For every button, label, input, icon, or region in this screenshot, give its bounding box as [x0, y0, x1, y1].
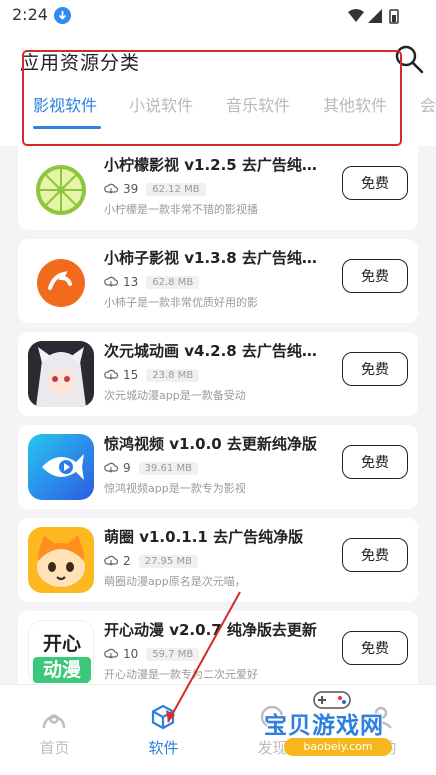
- download-notification-icon: [54, 7, 71, 24]
- nav-software-label: 软件: [148, 739, 179, 757]
- app-meta: 10 59.7 MB: [104, 645, 200, 663]
- watermark-logo: 宝贝游戏网 baobeiy.com: [258, 686, 408, 766]
- annotation-highlight-box: [22, 50, 402, 146]
- app-meta: 39 62.12 MB: [104, 180, 206, 198]
- app-description: 次元城动漫app是一款备受动: [104, 389, 246, 402]
- home-icon: [42, 714, 66, 729]
- free-download-button[interactable]: 免费: [342, 259, 408, 293]
- app-card[interactable]: 次元城动画 v4.2.8 去广告纯… 15 23.8 MB 次元城动漫app是一…: [18, 332, 418, 416]
- download-count: 9: [123, 461, 131, 475]
- icon-text-top: 开心: [42, 633, 81, 655]
- tab-member-apps[interactable]: 会: [420, 92, 436, 116]
- download-count: 13: [123, 275, 139, 289]
- cloud-download-icon: [104, 555, 118, 566]
- app-card[interactable]: 开心 动漫 开心动漫 v2.0.7 纯净版去更新 10 59.7 MB 开心动漫…: [18, 611, 418, 684]
- file-size: 39.61 MB: [138, 461, 198, 475]
- cat-face-icon: [28, 527, 94, 593]
- status-time: 2:24: [12, 5, 48, 24]
- app-description: 萌圈动漫app原名是次元喵，: [104, 575, 246, 588]
- app-meta: 9 39.61 MB: [104, 459, 198, 477]
- download-count: 15: [123, 368, 139, 382]
- cloud-download-icon: [104, 183, 118, 194]
- app-card[interactable]: 小柠檬影视 v1.2.5 去广告纯… 39 62.12 MB 小柠檬是一款非常不…: [18, 146, 418, 230]
- free-download-button[interactable]: 免费: [342, 352, 408, 386]
- free-download-button[interactable]: 免费: [342, 166, 408, 200]
- app-name: 小柿子影视 v1.3.8 去广告纯…: [104, 249, 317, 267]
- app-name: 惊鸿视频 v1.0.0 去更新纯净版: [104, 435, 317, 453]
- wifi-icon: [348, 9, 364, 22]
- cloud-download-icon: [104, 369, 118, 380]
- app-meta: 13 62.8 MB: [104, 273, 200, 291]
- signal-icon: [368, 9, 382, 23]
- nav-home[interactable]: 首页: [0, 685, 109, 775]
- status-icons: [348, 9, 399, 24]
- cube-icon: [151, 704, 175, 730]
- icon-text-bottom: 动漫: [33, 657, 91, 683]
- app-list[interactable]: 小柠檬影视 v1.2.5 去广告纯… 39 62.12 MB 小柠檬是一款非常不…: [18, 146, 418, 684]
- app-name: 萌圈 v1.0.1.1 去广告纯净版: [104, 528, 304, 546]
- app-description: 小柿子是一款非常优质好用的影: [104, 296, 258, 309]
- persimmon-icon: [28, 248, 94, 314]
- app-description: 惊鸿视频app是一款专为影视: [104, 482, 246, 495]
- free-download-button[interactable]: 免费: [342, 631, 408, 665]
- free-download-button[interactable]: 免费: [342, 538, 408, 572]
- app-name: 小柠檬影视 v1.2.5 去广告纯…: [104, 156, 317, 174]
- free-download-button[interactable]: 免费: [342, 445, 408, 479]
- cloud-download-icon: [104, 648, 118, 659]
- app-meta: 15 23.8 MB: [104, 366, 200, 384]
- nav-software[interactable]: 软件: [109, 685, 218, 775]
- download-count: 39: [123, 182, 139, 196]
- status-bar: 2:24: [0, 0, 436, 32]
- nav-home-label: 首页: [39, 739, 70, 757]
- watermark-title: 宝贝游戏网: [264, 713, 384, 739]
- anime-girl-icon: [28, 341, 94, 407]
- cloud-download-icon: [104, 462, 118, 473]
- app-description: 小柠檬是一款非常不错的影视播: [104, 203, 258, 216]
- file-size: 23.8 MB: [146, 368, 200, 382]
- lemon-icon: [28, 155, 94, 221]
- app-card[interactable]: 惊鸿视频 v1.0.0 去更新纯净版 9 39.61 MB 惊鸿视频app是一款…: [18, 425, 418, 509]
- app-name: 开心动漫 v2.0.7 纯净版去更新: [104, 621, 317, 639]
- fish-video-icon: [28, 434, 94, 500]
- watermark-url: baobeiy.com: [284, 738, 392, 756]
- app-meta: 2 27.95 MB: [104, 552, 198, 570]
- app-card[interactable]: 小柿子影视 v1.3.8 去广告纯… 13 62.8 MB 小柿子是一款非常优质…: [18, 239, 418, 323]
- cloud-download-icon: [104, 276, 118, 287]
- file-size: 62.12 MB: [146, 182, 206, 196]
- file-size: 62.8 MB: [146, 275, 200, 289]
- download-count: 10: [123, 647, 139, 661]
- app-description: 开心动漫是一款专为二次元爱好: [104, 668, 258, 681]
- download-count: 2: [123, 554, 131, 568]
- file-size: 59.7 MB: [146, 647, 200, 661]
- app-card[interactable]: 萌圈 v1.0.1.1 去广告纯净版 2 27.95 MB 萌圈动漫app原名是…: [18, 518, 418, 602]
- file-size: 27.95 MB: [138, 554, 198, 568]
- happy-anime-icon: 开心 动漫: [28, 620, 94, 684]
- app-name: 次元城动画 v4.2.8 去广告纯…: [104, 342, 317, 360]
